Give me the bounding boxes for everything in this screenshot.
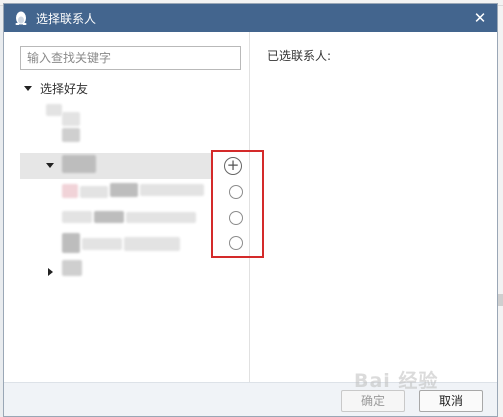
blurred-name <box>82 238 122 250</box>
qq-penguin-icon <box>12 9 30 27</box>
search-field[interactable] <box>20 46 241 70</box>
dialog-title: 选择联系人 <box>36 11 97 26</box>
search-input[interactable] <box>21 47 240 69</box>
blurred-name <box>140 184 204 196</box>
expand-caret-icon <box>24 85 32 91</box>
friends-group-label: 选择好友 <box>40 81 89 96</box>
contact-radio-2[interactable] <box>229 211 243 225</box>
blurred-avatar <box>62 184 78 198</box>
background-app-edge <box>498 6 503 417</box>
subgroup-caret-icon <box>46 163 54 168</box>
selected-contacts-pane: 已选联系人: <box>251 32 497 382</box>
dialog-titlebar: 选择联系人 ✕ <box>4 4 497 32</box>
blurred-name <box>46 104 62 116</box>
select-contact-dialog: 选择联系人 ✕ 选择好友 <box>3 3 498 417</box>
blurred-subgroup-name <box>62 155 96 173</box>
blurred-avatar <box>62 233 80 253</box>
collapsed-group-caret-icon[interactable] <box>48 268 53 276</box>
blurred-name <box>62 112 80 126</box>
cancel-button[interactable]: 取消 <box>419 390 483 412</box>
blurred-name <box>110 183 138 197</box>
background-scrollbar <box>498 294 503 306</box>
close-button[interactable]: ✕ <box>471 9 489 27</box>
contact-radio-3[interactable] <box>229 236 243 250</box>
blurred-name <box>126 212 196 223</box>
blurred-name <box>94 211 124 223</box>
selected-contacts-label: 已选联系人: <box>267 49 332 63</box>
blurred-name <box>62 128 80 142</box>
confirm-button[interactable]: 确定 <box>341 390 405 412</box>
add-all-button[interactable]: + <box>224 157 242 175</box>
blurred-name <box>62 211 92 223</box>
blurred-group-name <box>62 260 82 276</box>
blurred-name <box>124 237 180 251</box>
contact-picker-pane: 选择好友 + <box>4 32 264 382</box>
contact-radio-1[interactable] <box>229 185 243 199</box>
blurred-name <box>80 186 108 198</box>
friends-group-header[interactable]: 选择好友 <box>24 80 88 96</box>
dialog-body: 选择好友 + <box>4 32 497 382</box>
dialog-footer: 确定 取消 <box>4 382 497 416</box>
